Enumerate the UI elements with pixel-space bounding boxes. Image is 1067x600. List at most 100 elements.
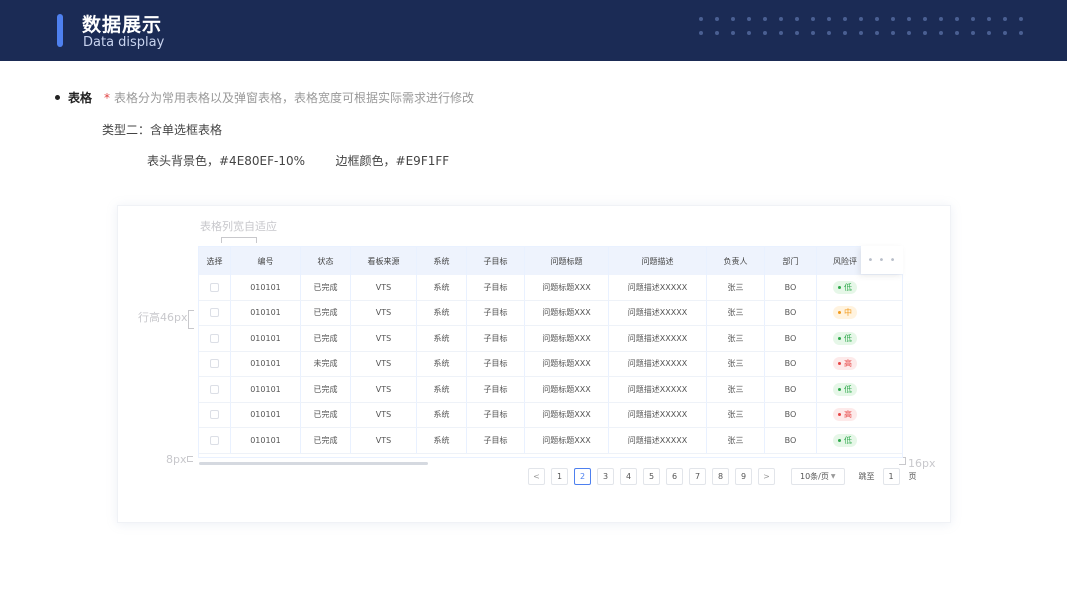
page-unit-label: 页	[908, 471, 917, 481]
cell-status: 已完成	[301, 428, 351, 454]
risk-label: 低	[844, 333, 852, 343]
status-dot-icon	[838, 438, 841, 442]
table-header-col-target: 子目标	[467, 247, 525, 275]
row-select-checkbox[interactable]	[210, 333, 219, 343]
page-button[interactable]: 6	[666, 467, 683, 485]
table-row: 010101 已完成 VTS 系统 子目标 问题标题XXX 问题描述XXXXX 张三 BO 低	[199, 428, 902, 454]
decor-dot	[811, 31, 815, 35]
status-dot-icon	[838, 311, 841, 315]
table-header-col-dept: 部门	[765, 247, 817, 275]
cell-desc: 问题描述XXXXX	[609, 300, 707, 326]
cell-system: 系统	[417, 351, 467, 377]
page-button[interactable]: 8	[712, 467, 729, 485]
cell-owner: 张三	[707, 351, 765, 377]
page-size-select[interactable]: 10条/页 ▼	[791, 467, 845, 485]
row-height-annotation: 行高46px	[138, 311, 188, 324]
page-button[interactable]: 7	[689, 467, 706, 485]
table-header-col-source: 看板来源	[351, 247, 417, 275]
decor-dot	[843, 31, 847, 35]
page-button[interactable]: 1	[551, 467, 568, 485]
cell-system: 系统	[417, 402, 467, 428]
decor-dot	[747, 31, 751, 35]
decor-dot	[731, 17, 735, 21]
jump-page-input[interactable]: 1	[882, 467, 900, 485]
more-horizontal-icon[interactable]: • • •	[861, 246, 903, 274]
decor-dot	[859, 17, 863, 21]
decor-dot	[955, 31, 959, 35]
decor-dot	[779, 31, 783, 35]
row-select-checkbox[interactable]	[210, 282, 219, 292]
risk-label: 中	[844, 308, 852, 318]
cell-desc: 问题描述XXXXX	[609, 428, 707, 454]
table-row: 010101 已完成 VTS 系统 子目标 问题标题XXX 问题描述XXXXX 张三 BO 低	[199, 326, 902, 352]
decor-dot	[907, 31, 911, 35]
table-header-col-system: 系统	[417, 247, 467, 275]
page-button[interactable]: 3	[597, 467, 614, 485]
risk-badge: 低	[833, 433, 857, 447]
cell-status: 已完成	[301, 326, 351, 352]
status-dot-icon	[838, 413, 841, 417]
cell-source: VTS	[351, 377, 417, 403]
table-row: 010101 已完成 VTS 系统 子目标 问题标题XXX 问题描述XXXXX 张三 BO 高	[199, 402, 902, 428]
decor-dot	[923, 31, 927, 35]
cell-owner: 张三	[707, 377, 765, 403]
risk-label: 低	[844, 384, 852, 394]
row-select-checkbox[interactable]	[210, 410, 219, 420]
pagination: <1 2 3 4 5 6 7 8 9 >10条/页 ▼ 跳至 1 页	[528, 467, 917, 485]
right-gap-bracket	[899, 457, 906, 465]
prev-page-button[interactable]: <	[528, 467, 545, 485]
cell-desc: 问题描述XXXXX	[609, 326, 707, 352]
risk-label: 高	[844, 410, 852, 420]
cell-dept: BO	[765, 402, 817, 428]
risk-cell: 低	[817, 377, 902, 403]
row-select-checkbox[interactable]	[210, 435, 219, 445]
data-table: 选择 编号 状态 看板来源 系统 子目标 问题标题 问题描述 负责人 部门 风险评 010101 已完成…	[198, 246, 903, 458]
cell-dept: BO	[765, 428, 817, 454]
decor-dot	[715, 17, 719, 21]
cell-title: 问题标题XXX	[525, 326, 609, 352]
decor-dot	[987, 31, 991, 35]
next-page-button[interactable]: >	[758, 467, 775, 485]
cell-desc: 问题描述XXXXX	[609, 377, 707, 403]
cell-target: 子目标	[467, 377, 525, 403]
color-spec: 表头背景色，#4E80EF-10% 边框颜色，#E9F1FF	[147, 154, 450, 168]
decor-dot	[939, 17, 943, 21]
row-bracket	[188, 310, 194, 329]
decor-dot	[747, 17, 751, 21]
cell-source: VTS	[351, 351, 417, 377]
cell-owner: 张三	[707, 402, 765, 428]
column-adapt-annotation: 表格列宽自适应	[200, 220, 277, 233]
decor-dot	[779, 17, 783, 21]
risk-label: 高	[844, 359, 852, 369]
cell-system: 系统	[417, 428, 467, 454]
horizontal-scrollbar[interactable]	[199, 462, 428, 465]
column-bracket	[221, 237, 257, 243]
table-row: 010101 已完成 VTS 系统 子目标 问题标题XXX 问题描述XXXXX 张三 BO 低	[199, 275, 902, 301]
page-header: 数据展示 Data display	[0, 0, 1067, 61]
page-button[interactable]: 5	[643, 467, 660, 485]
risk-badge: 低	[833, 331, 857, 345]
risk-cell: 中	[817, 301, 902, 326]
chevron-down-icon: ▼	[830, 472, 836, 480]
cell-target: 子目标	[467, 428, 525, 454]
decor-dot	[827, 31, 831, 35]
page-button[interactable]: 2	[574, 467, 591, 485]
decor-dot	[731, 31, 735, 35]
decor-dot	[699, 31, 703, 35]
cell-dept: BO	[765, 275, 817, 301]
risk-badge: 高	[833, 357, 857, 371]
page-button[interactable]: 4	[620, 467, 637, 485]
decor-dot	[971, 17, 975, 21]
table-header-col-title: 问题标题	[525, 247, 609, 275]
row-select-cell	[199, 351, 231, 377]
row-select-checkbox[interactable]	[210, 384, 219, 394]
cell-desc: 问题描述XXXXX	[609, 275, 707, 301]
decorative-dot-grid	[699, 17, 1034, 41]
section-description: 表格分为常用表格以及弹窗表格，表格宽度可根据实际需求进行修改	[114, 91, 475, 105]
row-select-checkbox[interactable]	[210, 308, 219, 318]
row-select-checkbox[interactable]	[210, 359, 219, 369]
row-select-cell	[199, 275, 231, 301]
required-star: *	[104, 90, 111, 105]
page-button[interactable]: 9	[735, 467, 752, 485]
cell-target: 子目标	[467, 351, 525, 377]
